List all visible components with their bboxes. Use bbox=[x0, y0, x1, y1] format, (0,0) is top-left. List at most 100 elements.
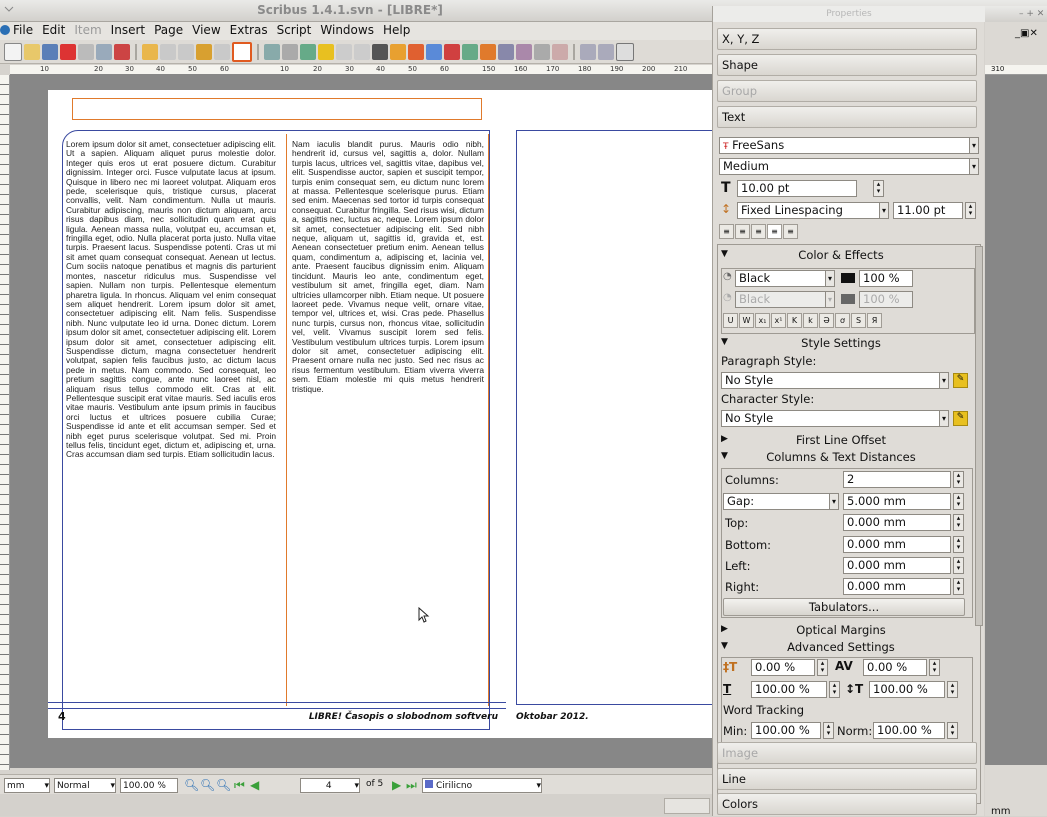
save-icon[interactable] bbox=[42, 43, 58, 60]
table-icon[interactable] bbox=[318, 43, 334, 60]
menu-view[interactable]: View bbox=[192, 23, 220, 37]
open-icon[interactable] bbox=[24, 43, 40, 60]
tracking-spinner[interactable]: ▴ ▾ bbox=[929, 659, 940, 676]
left-distance-field[interactable]: 0.000 mm bbox=[843, 557, 951, 574]
vertical-scale-spinner[interactable]: ▴ ▾ bbox=[947, 681, 958, 698]
text-column-2[interactable]: Nam iaculis blandit purus. Mauris odio n… bbox=[292, 140, 484, 540]
small-caps-icon[interactable]: k bbox=[803, 313, 818, 328]
tracking-field[interactable]: 0.00 % bbox=[863, 659, 927, 676]
menu-edit[interactable]: Edit bbox=[42, 23, 65, 37]
left-distance-spinner[interactable]: ▴ ▾ bbox=[953, 557, 964, 574]
edit-character-style-icon[interactable]: ✎ bbox=[953, 411, 968, 426]
font-style-select[interactable]: Medium ▾ bbox=[719, 158, 979, 175]
previous-page-icon[interactable]: ◀ bbox=[250, 778, 262, 792]
page-number-field[interactable]: 4 ▾ bbox=[300, 778, 360, 793]
zoom-icon[interactable] bbox=[444, 43, 460, 60]
superscript-icon[interactable]: x¹ bbox=[771, 313, 786, 328]
preflight-icon[interactable] bbox=[96, 43, 112, 60]
pdf-tools-icon[interactable] bbox=[580, 43, 596, 60]
all-caps-icon[interactable]: K bbox=[787, 313, 802, 328]
color-effects-header[interactable]: Color & Effects bbox=[719, 247, 963, 263]
section-text[interactable]: Text bbox=[717, 106, 977, 128]
zoom-in-icon[interactable]: 🔍︎ bbox=[216, 778, 231, 792]
optical-margins-header[interactable]: Optical Margins bbox=[719, 622, 963, 638]
rotate-icon[interactable] bbox=[426, 43, 442, 60]
pdf-annotation-icon[interactable] bbox=[598, 43, 614, 60]
menu-file[interactable]: File bbox=[13, 23, 33, 37]
restore-close-icon[interactable]: _▣✕ bbox=[1015, 28, 1045, 42]
baseline-offset-spinner[interactable]: ▴ ▾ bbox=[817, 659, 828, 676]
select-icon[interactable] bbox=[264, 43, 280, 60]
checkbox-tool-icon[interactable] bbox=[616, 42, 634, 61]
strikethrough-icon[interactable]: Ə bbox=[819, 313, 834, 328]
columns-distances-header[interactable]: Columns & Text Distances bbox=[719, 449, 963, 465]
measure-icon[interactable] bbox=[534, 43, 550, 60]
vertical-ruler[interactable] bbox=[0, 75, 10, 770]
menu-insert[interactable]: Insert bbox=[111, 23, 145, 37]
fill-color-select[interactable]: Black ▾ bbox=[735, 270, 835, 287]
view-mode-select[interactable]: Normal ▾ bbox=[54, 778, 116, 793]
style-settings-header[interactable]: Style Settings bbox=[719, 335, 963, 351]
first-line-offset-header[interactable]: First Line Offset bbox=[719, 432, 963, 448]
zoom-out-icon[interactable]: 🔍︎ bbox=[184, 778, 199, 792]
stroke-color-select[interactable]: Black ▾ bbox=[735, 291, 835, 308]
paragraph-style-select[interactable]: No Style ▾ bbox=[721, 372, 949, 389]
gap-spinner[interactable]: ▴ ▾ bbox=[953, 493, 964, 510]
page-left[interactable]: Lorem ipsum dolor sit amet, consectetuer… bbox=[48, 90, 506, 738]
columns-spinner[interactable]: ▴ ▾ bbox=[953, 471, 964, 488]
bezier-icon[interactable] bbox=[390, 43, 406, 60]
menu-script[interactable]: Script bbox=[277, 23, 312, 37]
copy-icon[interactable] bbox=[196, 43, 212, 60]
underline-words-icon[interactable]: W bbox=[739, 313, 754, 328]
section-colors[interactable]: Colors bbox=[717, 793, 977, 815]
first-page-icon[interactable]: ⏮ bbox=[234, 778, 246, 792]
font-family-select[interactable]: Ŧ FreeSans ▾ bbox=[719, 137, 979, 154]
scrollbar[interactable] bbox=[975, 246, 983, 626]
norm-tracking-field[interactable]: 100.00 % bbox=[873, 722, 945, 739]
menu-page[interactable]: Page bbox=[154, 23, 183, 37]
last-page-icon[interactable]: ⏭ bbox=[406, 778, 418, 792]
close-document-icon[interactable] bbox=[60, 43, 76, 60]
window-menu-icon[interactable] bbox=[4, 4, 14, 14]
window-buttons-icon[interactable]: – + ✕ bbox=[1019, 9, 1044, 19]
align-forced-icon[interactable]: ≡ bbox=[783, 224, 798, 239]
zoom-100-icon[interactable]: 🔍︎ bbox=[200, 778, 215, 792]
edit-contents-icon[interactable] bbox=[462, 43, 478, 60]
subscript-icon[interactable]: x₁ bbox=[755, 313, 770, 328]
section-image[interactable]: Image bbox=[717, 742, 977, 764]
page-right[interactable]: Oktobar 2012. bbox=[506, 90, 716, 738]
zoom-field[interactable]: 100.00 % bbox=[120, 778, 178, 793]
columns-field[interactable]: 2 bbox=[843, 471, 951, 488]
horizontal-scale-field[interactable]: 100.00 % bbox=[751, 681, 827, 698]
baseline-offset-field[interactable]: 0.00 % bbox=[751, 659, 815, 676]
print-icon[interactable] bbox=[78, 43, 94, 60]
edit-paragraph-style-icon[interactable]: ✎ bbox=[953, 373, 968, 388]
fill-shade-field[interactable]: 100 % bbox=[859, 270, 913, 287]
outline-icon[interactable]: ơ bbox=[835, 313, 850, 328]
header-frame[interactable] bbox=[72, 98, 482, 120]
strike-icon[interactable]: Я bbox=[867, 313, 882, 328]
link-frames-icon[interactable] bbox=[498, 43, 514, 60]
top-distance-spinner[interactable]: ▴ ▾ bbox=[953, 514, 964, 531]
line-icon[interactable] bbox=[372, 43, 388, 60]
min-tracking-spinner[interactable]: ▴ ▾ bbox=[823, 722, 834, 739]
character-style-select[interactable]: No Style ▾ bbox=[721, 410, 949, 427]
align-right-icon[interactable]: ≡ bbox=[751, 224, 766, 239]
new-document-icon[interactable] bbox=[4, 42, 22, 61]
right-distance-field[interactable]: 0.000 mm bbox=[843, 578, 951, 595]
linespacing-field[interactable]: 11.00 pt bbox=[893, 202, 963, 219]
font-size-field[interactable]: 10.00 pt bbox=[737, 180, 857, 197]
shape-icon[interactable] bbox=[336, 43, 352, 60]
edit-text-icon[interactable] bbox=[480, 43, 496, 60]
polygon-icon[interactable] bbox=[354, 43, 370, 60]
norm-tracking-spinner[interactable]: ▴ ▾ bbox=[947, 722, 958, 739]
align-justify-icon[interactable]: ≡ bbox=[767, 224, 782, 239]
unlink-frames-icon[interactable] bbox=[516, 43, 532, 60]
linespacing-spinner[interactable]: ▴ ▾ bbox=[965, 202, 976, 219]
export-pdf-icon[interactable] bbox=[114, 43, 130, 60]
min-tracking-field[interactable]: 100.00 % bbox=[751, 722, 821, 739]
section-shape[interactable]: Shape bbox=[717, 54, 977, 76]
undo-icon[interactable] bbox=[142, 43, 158, 60]
menu-item[interactable]: Item bbox=[74, 23, 101, 37]
frame-icon[interactable] bbox=[232, 41, 252, 62]
